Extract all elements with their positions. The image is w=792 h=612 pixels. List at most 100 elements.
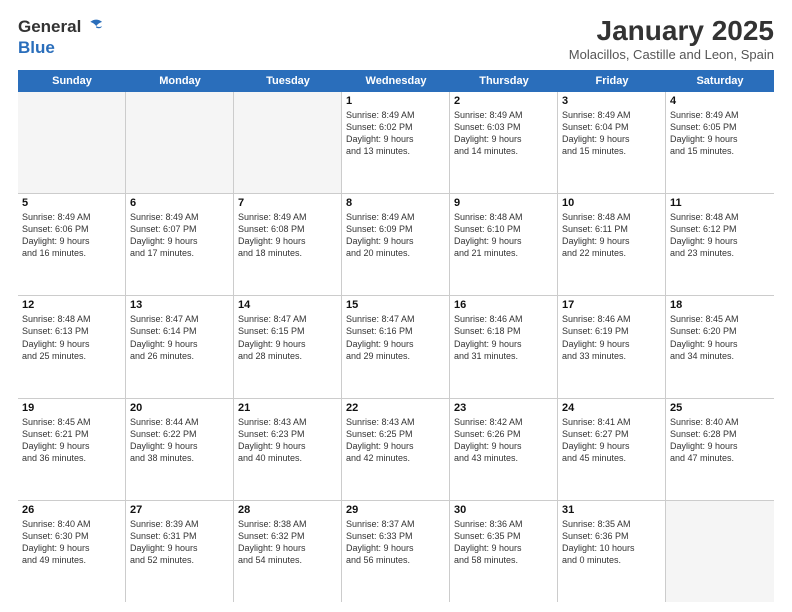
day-info: Sunrise: 8:46 AM Sunset: 6:19 PM Dayligh…	[562, 313, 661, 362]
day-cell-7: 7 Sunrise: 8:49 AM Sunset: 6:08 PM Daylig…	[234, 194, 342, 295]
day-number: 24	[562, 402, 661, 414]
calendar: SundayMondayTuesdayWednesdayThursdayFrid…	[18, 70, 774, 602]
day-number: 29	[346, 504, 445, 516]
calendar-row-4: 26 Sunrise: 8:40 AM Sunset: 6:30 PM Dayli…	[18, 501, 774, 602]
day-number: 6	[130, 197, 229, 209]
day-number: 21	[238, 402, 337, 414]
logo-general-text: General	[18, 17, 81, 37]
calendar-row-2: 12Sunrise: 8:48 AM Sunset: 6:13 PM Dayli…	[18, 296, 774, 398]
day-info: Sunrise: 8:49 AM Sunset: 6:03 PM Dayligh…	[454, 109, 553, 158]
day-cell-15: 15Sunrise: 8:47 AM Sunset: 6:16 PM Dayli…	[342, 296, 450, 397]
day-number: 31	[562, 504, 661, 516]
day-number: 28	[238, 504, 337, 516]
day-info: Sunrise: 8:41 AM Sunset: 6:27 PM Dayligh…	[562, 416, 661, 465]
day-number: 30	[454, 504, 553, 516]
day-info: Sunrise: 8:40 AM Sunset: 6:30 PM Dayligh…	[22, 518, 121, 567]
empty-cell	[234, 92, 342, 193]
day-info: Sunrise: 8:49 AM Sunset: 6:04 PM Dayligh…	[562, 109, 661, 158]
day-number: 26	[22, 504, 121, 516]
day-cell-2: 2 Sunrise: 8:49 AM Sunset: 6:03 PM Daylig…	[450, 92, 558, 193]
day-number: 8	[346, 197, 445, 209]
weekday-header-friday: Friday	[558, 70, 666, 92]
day-info: Sunrise: 8:49 AM Sunset: 6:08 PM Dayligh…	[238, 211, 337, 260]
day-cell-10: 10 Sunrise: 8:48 AM Sunset: 6:11 PM Dayli…	[558, 194, 666, 295]
day-number: 9	[454, 197, 553, 209]
day-number: 2	[454, 95, 553, 107]
day-cell-11: 11Sunrise: 8:48 AM Sunset: 6:12 PM Dayli…	[666, 194, 774, 295]
day-number: 14	[238, 299, 337, 311]
day-info: Sunrise: 8:49 AM Sunset: 6:06 PM Dayligh…	[22, 211, 121, 260]
day-number: 10	[562, 197, 661, 209]
day-number: 22	[346, 402, 445, 414]
day-number: 25	[670, 402, 770, 414]
day-info: Sunrise: 8:44 AM Sunset: 6:22 PM Dayligh…	[130, 416, 229, 465]
day-cell-8: 8Sunrise: 8:49 AM Sunset: 6:09 PM Daylig…	[342, 194, 450, 295]
day-cell-9: 9 Sunrise: 8:48 AM Sunset: 6:10 PM Daylig…	[450, 194, 558, 295]
day-cell-18: 18Sunrise: 8:45 AM Sunset: 6:20 PM Dayli…	[666, 296, 774, 397]
calendar-header: SundayMondayTuesdayWednesdayThursdayFrid…	[18, 70, 774, 92]
day-cell-30: 30 Sunrise: 8:36 AM Sunset: 6:35 PM Dayli…	[450, 501, 558, 602]
logo: General Blue	[18, 16, 105, 58]
empty-cell	[666, 501, 774, 602]
day-info: Sunrise: 8:36 AM Sunset: 6:35 PM Dayligh…	[454, 518, 553, 567]
day-cell-16: 16 Sunrise: 8:46 AM Sunset: 6:18 PM Dayli…	[450, 296, 558, 397]
day-number: 4	[670, 95, 770, 107]
day-cell-31: 31 Sunrise: 8:35 AM Sunset: 6:36 PM Dayli…	[558, 501, 666, 602]
day-number: 7	[238, 197, 337, 209]
day-cell-3: 3 Sunrise: 8:49 AM Sunset: 6:04 PM Daylig…	[558, 92, 666, 193]
day-cell-5: 5 Sunrise: 8:49 AM Sunset: 6:06 PM Daylig…	[18, 194, 126, 295]
day-info: Sunrise: 8:43 AM Sunset: 6:25 PM Dayligh…	[346, 416, 445, 465]
day-number: 5	[22, 197, 121, 209]
calendar-body: 1 Sunrise: 8:49 AM Sunset: 6:02 PM Daylig…	[18, 92, 774, 602]
day-cell-24: 24 Sunrise: 8:41 AM Sunset: 6:27 PM Dayli…	[558, 399, 666, 500]
day-number: 12	[22, 299, 121, 311]
day-cell-12: 12Sunrise: 8:48 AM Sunset: 6:13 PM Dayli…	[18, 296, 126, 397]
day-info: Sunrise: 8:49 AM Sunset: 6:02 PM Dayligh…	[346, 109, 445, 158]
empty-cell	[18, 92, 126, 193]
day-info: Sunrise: 8:47 AM Sunset: 6:15 PM Dayligh…	[238, 313, 337, 362]
weekday-header-sunday: Sunday	[18, 70, 126, 92]
day-info: Sunrise: 8:40 AM Sunset: 6:28 PM Dayligh…	[670, 416, 770, 465]
day-number: 19	[22, 402, 121, 414]
day-cell-25: 25 Sunrise: 8:40 AM Sunset: 6:28 PM Dayli…	[666, 399, 774, 500]
location-subtitle: Molacillos, Castille and Leon, Spain	[569, 47, 774, 62]
day-info: Sunrise: 8:48 AM Sunset: 6:10 PM Dayligh…	[454, 211, 553, 260]
day-number: 1	[346, 95, 445, 107]
day-number: 15	[346, 299, 445, 311]
weekday-header-thursday: Thursday	[450, 70, 558, 92]
day-info: Sunrise: 8:46 AM Sunset: 6:18 PM Dayligh…	[454, 313, 553, 362]
weekday-header-monday: Monday	[126, 70, 234, 92]
weekday-header-saturday: Saturday	[666, 70, 774, 92]
day-cell-13: 13Sunrise: 8:47 AM Sunset: 6:14 PM Dayli…	[126, 296, 234, 397]
day-cell-4: 4Sunrise: 8:49 AM Sunset: 6:05 PM Daylig…	[666, 92, 774, 193]
day-number: 16	[454, 299, 553, 311]
month-title: January 2025	[569, 16, 774, 47]
day-cell-20: 20Sunrise: 8:44 AM Sunset: 6:22 PM Dayli…	[126, 399, 234, 500]
day-info: Sunrise: 8:35 AM Sunset: 6:36 PM Dayligh…	[562, 518, 661, 567]
day-number: 27	[130, 504, 229, 516]
day-number: 3	[562, 95, 661, 107]
day-info: Sunrise: 8:48 AM Sunset: 6:11 PM Dayligh…	[562, 211, 661, 260]
day-info: Sunrise: 8:45 AM Sunset: 6:21 PM Dayligh…	[22, 416, 121, 465]
day-info: Sunrise: 8:49 AM Sunset: 6:07 PM Dayligh…	[130, 211, 229, 260]
day-cell-22: 22 Sunrise: 8:43 AM Sunset: 6:25 PM Dayli…	[342, 399, 450, 500]
day-cell-14: 14 Sunrise: 8:47 AM Sunset: 6:15 PM Dayli…	[234, 296, 342, 397]
day-info: Sunrise: 8:39 AM Sunset: 6:31 PM Dayligh…	[130, 518, 229, 567]
day-info: Sunrise: 8:47 AM Sunset: 6:14 PM Dayligh…	[130, 313, 229, 362]
day-info: Sunrise: 8:38 AM Sunset: 6:32 PM Dayligh…	[238, 518, 337, 567]
day-cell-19: 19 Sunrise: 8:45 AM Sunset: 6:21 PM Dayli…	[18, 399, 126, 500]
day-cell-21: 21Sunrise: 8:43 AM Sunset: 6:23 PM Dayli…	[234, 399, 342, 500]
title-block: January 2025 Molacillos, Castille and Le…	[569, 16, 774, 62]
day-cell-23: 23Sunrise: 8:42 AM Sunset: 6:26 PM Dayli…	[450, 399, 558, 500]
logo-blue-text: Blue	[18, 38, 55, 57]
day-info: Sunrise: 8:48 AM Sunset: 6:12 PM Dayligh…	[670, 211, 770, 260]
logo-bird-icon	[83, 16, 105, 38]
calendar-row-0: 1 Sunrise: 8:49 AM Sunset: 6:02 PM Daylig…	[18, 92, 774, 194]
day-cell-27: 27 Sunrise: 8:39 AM Sunset: 6:31 PM Dayli…	[126, 501, 234, 602]
day-cell-28: 28 Sunrise: 8:38 AM Sunset: 6:32 PM Dayli…	[234, 501, 342, 602]
day-cell-6: 6 Sunrise: 8:49 AM Sunset: 6:07 PM Daylig…	[126, 194, 234, 295]
day-number: 17	[562, 299, 661, 311]
day-cell-1: 1 Sunrise: 8:49 AM Sunset: 6:02 PM Daylig…	[342, 92, 450, 193]
day-cell-26: 26 Sunrise: 8:40 AM Sunset: 6:30 PM Dayli…	[18, 501, 126, 602]
day-info: Sunrise: 8:45 AM Sunset: 6:20 PM Dayligh…	[670, 313, 770, 362]
